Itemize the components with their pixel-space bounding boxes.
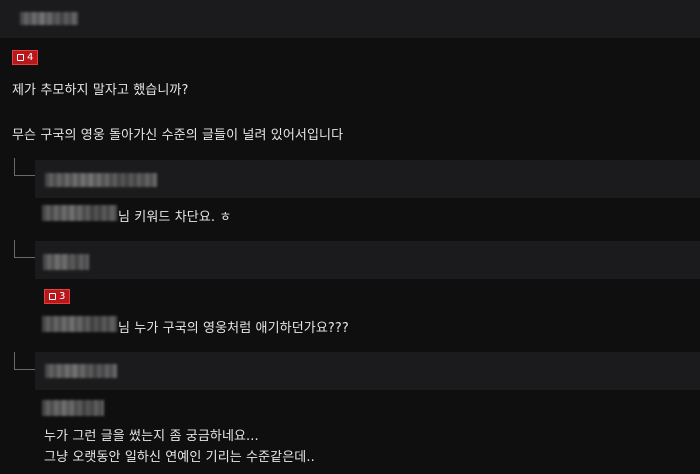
reply-text-line: 누가 그런 글을 썼는지 좀 궁금하네요... (44, 429, 259, 444)
reply-text-line: 그냥 오랫동안 일하신 연예인 기리는 수준같은데.. (44, 450, 315, 465)
username-blurred[interactable] (20, 12, 78, 25)
reply-elbow-icon (14, 158, 36, 176)
reply-header (35, 160, 700, 198)
mention-blurred[interactable] (42, 400, 104, 416)
username-blurred[interactable] (43, 254, 89, 270)
comment-text-line: 제가 추모하지 말자고 했습니까? (12, 83, 189, 98)
vote-icon (49, 293, 56, 300)
username-blurred[interactable] (45, 364, 117, 378)
vote-icon (17, 54, 24, 61)
reply-header (35, 241, 700, 279)
comment-text-line: 무슨 구국의 영웅 돌아가신 수준의 글들이 널려 있어서입니다 (12, 128, 344, 143)
mention-blurred[interactable] (42, 205, 117, 221)
reply-elbow-icon (14, 352, 36, 370)
reply-header (35, 352, 700, 390)
reply-text: 님 누가 구국의 영웅처럼 애기하던가요??? (118, 321, 349, 336)
reply-text: 님 키워드 차단요. ㅎ (118, 210, 232, 225)
username-blurred[interactable] (45, 173, 157, 187)
comment-thread: 4 제가 추모하지 말자고 했습니까? 무슨 구국의 영웅 돌아가신 수준의 글… (0, 0, 700, 474)
vote-count: 4 (27, 52, 34, 63)
mention-blurred[interactable] (42, 316, 117, 332)
vote-count: 3 (59, 291, 66, 302)
reply-elbow-icon (14, 240, 36, 258)
vote-badge: 4 (12, 50, 39, 65)
vote-badge: 3 (44, 289, 71, 304)
comment-header (0, 0, 700, 38)
